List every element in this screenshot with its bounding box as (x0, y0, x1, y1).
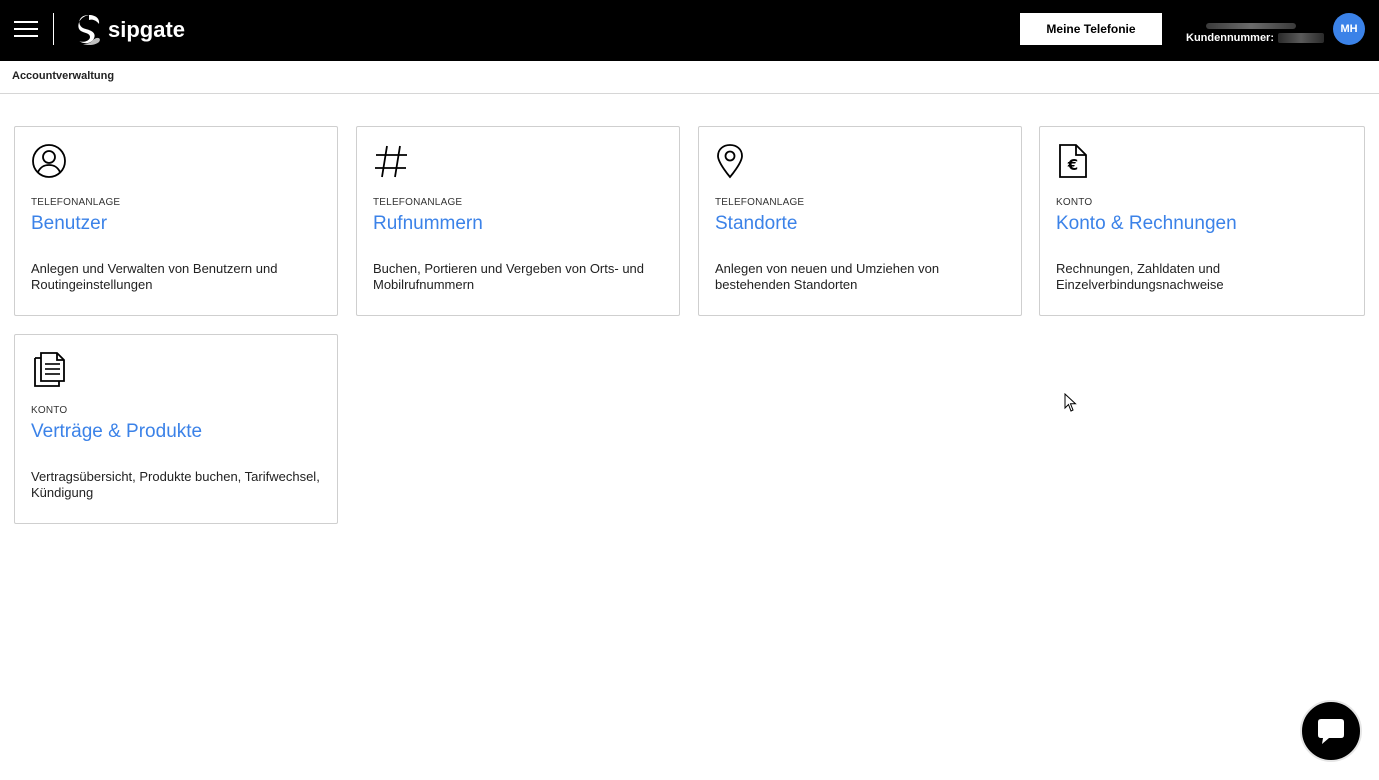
card-description: Anlegen und Verwalten von Benutzern und … (31, 261, 278, 292)
card-category: KONTO (1056, 197, 1093, 208)
card-category: TELEFONANLAGE (373, 197, 463, 208)
sipgate-logo-icon (78, 15, 100, 46)
card-benutzer[interactable]: TELEFONANLAGE Benutzer Anlegen und Verwa… (14, 126, 338, 316)
hamburger-menu-icon[interactable] (10, 14, 42, 44)
card-category: KONTO (31, 405, 68, 416)
account-info[interactable]: Kundennummer: (1186, 18, 1326, 48)
sipgate-logo[interactable]: sipgate (76, 13, 185, 47)
card-title[interactable]: Konto & Rechnungen (1056, 213, 1237, 235)
kundennummer-redacted (1278, 33, 1324, 43)
card-title[interactable]: Rufnummern (373, 213, 483, 235)
card-title[interactable]: Standorte (715, 213, 797, 235)
card-description: Vertragsübersicht, Produkte buchen, Tari… (31, 469, 320, 500)
breadcrumb[interactable]: Accountverwaltung (12, 70, 114, 82)
user-circle-icon (32, 144, 66, 178)
euro-document-icon: € (1059, 144, 1087, 178)
chat-button[interactable] (1300, 700, 1362, 762)
card-description: Anlegen von neuen und Umziehen von beste… (715, 261, 940, 292)
card-category: TELEFONANLAGE (715, 197, 805, 208)
mouse-cursor-icon (1064, 393, 1077, 412)
card-konto-rechnungen[interactable]: € KONTO Konto & Rechnungen Rechnungen, Z… (1039, 126, 1365, 316)
location-pin-icon (717, 144, 743, 179)
kundennummer-label: Kundennummer: (1186, 32, 1274, 44)
card-description: Buchen, Portieren und Vergeben von Orts-… (373, 261, 645, 292)
top-navigation-bar: sipgate Meine Telefonie Kundennummer: MH (0, 0, 1379, 61)
header-divider (53, 13, 54, 45)
logo-text: sipgate (108, 17, 186, 42)
documents-icon (34, 352, 65, 387)
card-rufnummern[interactable]: TELEFONANLAGE Rufnummern Buchen, Portier… (356, 126, 680, 316)
meine-telefonie-button[interactable]: Meine Telefonie (1020, 13, 1162, 45)
card-category: TELEFONANLAGE (31, 197, 121, 208)
avatar[interactable]: MH (1333, 13, 1365, 45)
card-title[interactable]: Benutzer (31, 213, 107, 235)
card-vertraege-produkte[interactable]: KONTO Verträge & Produkte Vertragsübersi… (14, 334, 338, 524)
card-standorte[interactable]: TELEFONANLAGE Standorte Anlegen von neue… (698, 126, 1022, 316)
card-title[interactable]: Verträge & Produkte (31, 421, 202, 443)
hash-icon (375, 145, 407, 178)
breadcrumb-bar: Accountverwaltung (0, 61, 1379, 94)
card-description: Rechnungen, Zahldaten und Einzelverbindu… (1056, 261, 1224, 292)
svg-text:€: € (1067, 156, 1078, 174)
account-name-redacted (1206, 23, 1296, 29)
chat-bubble-icon (1318, 719, 1344, 744)
